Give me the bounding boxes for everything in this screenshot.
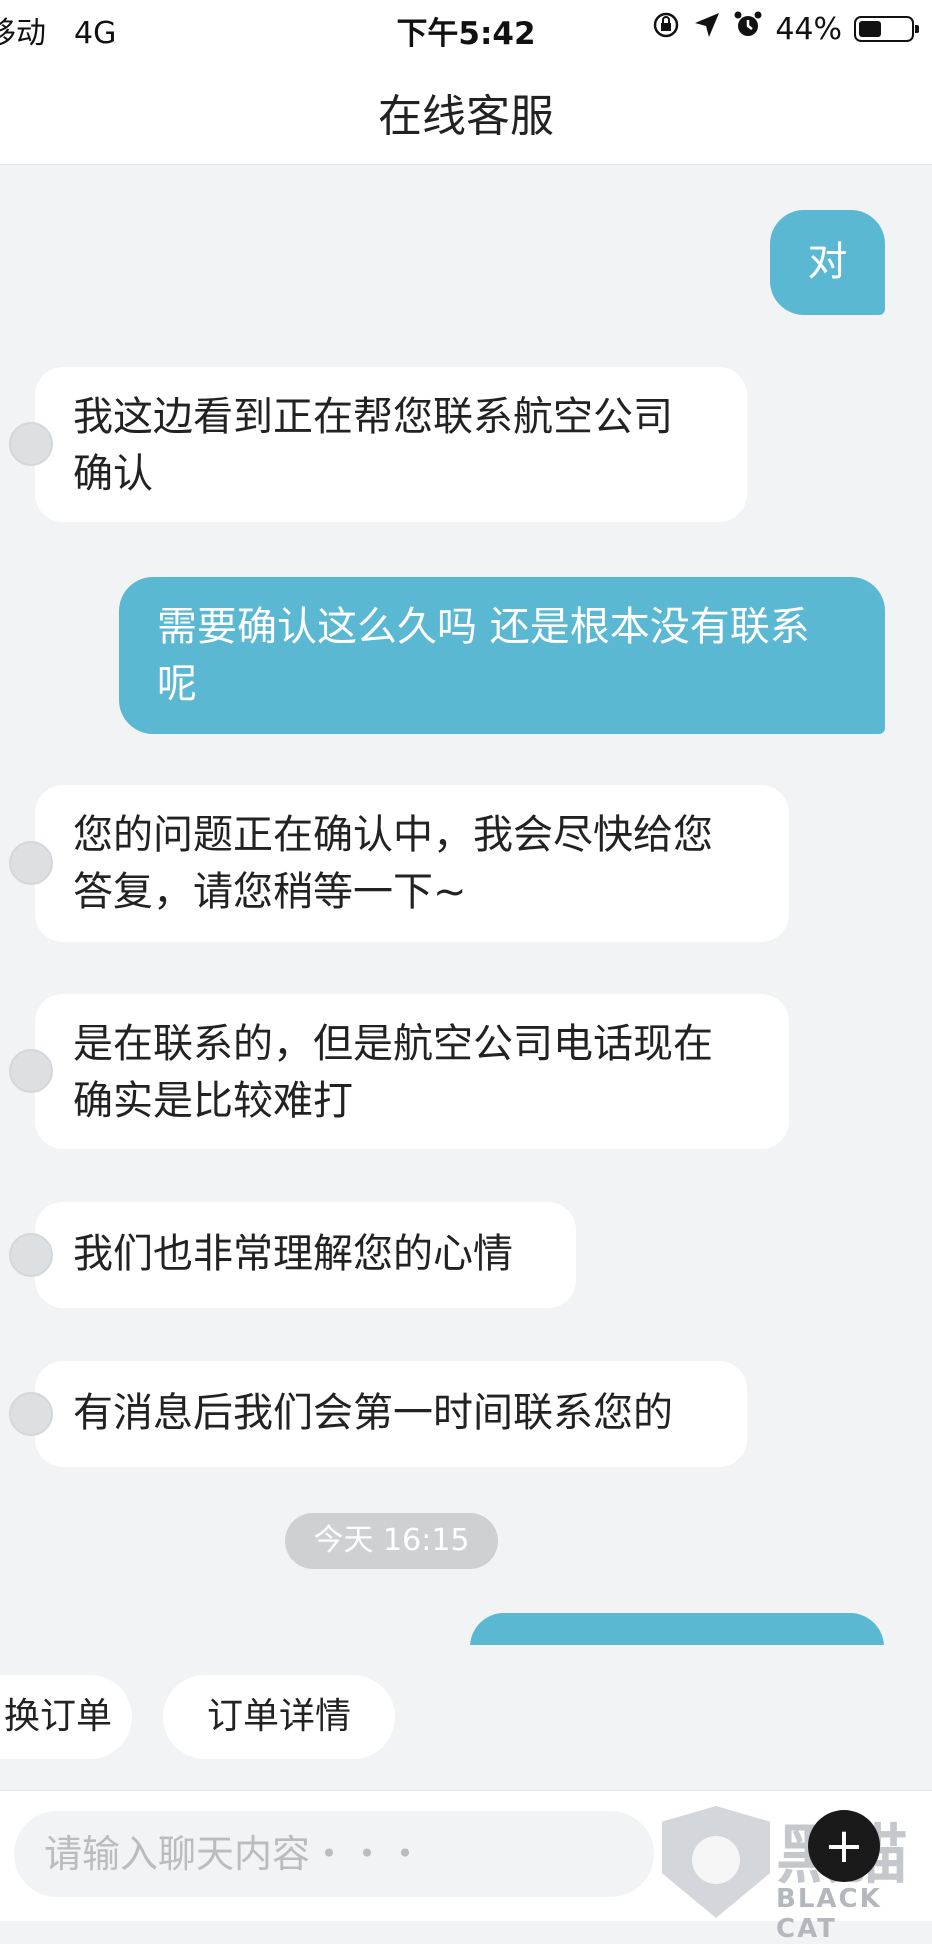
agent-avatar[interactable] [9, 841, 53, 885]
black-cat-logo-icon [662, 1806, 770, 1918]
status-bar: 移动 4G 下午5:42 44% [0, 0, 932, 56]
battery-icon [854, 16, 919, 42]
chat-list[interactable]: 对 我这边看到正在帮您联系航空公司确认 需要确认这么久吗 还是根本没有联系呢 您… [0, 165, 932, 1645]
battery-percent: 44% [775, 11, 842, 47]
agent-avatar[interactable] [9, 1233, 53, 1277]
message-bubble-agent[interactable]: 有消息后我们会第一时间联系您的 [9, 1361, 747, 1467]
message-bubble-user[interactable]: 需要确认这么久吗 还是根本没有联系呢 [119, 577, 885, 734]
agent-avatar[interactable] [9, 1392, 53, 1436]
message-bubble-agent[interactable]: 是在联系的，但是航空公司电话现在确实是比较难打 [9, 994, 789, 1149]
page-title: 在线客服 [378, 91, 554, 142]
plus-icon[interactable]: + [808, 1810, 880, 1882]
alarm-icon [733, 10, 763, 48]
orientation-lock-icon [651, 10, 681, 48]
watermark-en: BLACK CAT [776, 1884, 882, 1944]
message-bubble-user[interactable]: 对 [770, 210, 885, 315]
message-text: 有消息后我们会第一时间联系您的 [73, 1390, 673, 1436]
quick-reply-order-details[interactable]: 订单详情 [163, 1675, 395, 1759]
message-bubble-agent[interactable]: 我们也非常理解您的心情 [9, 1202, 576, 1308]
message-text: 需要确认这么久吗 还是根本没有联系呢 [157, 604, 810, 707]
quick-reply-label: 订单详情 [206, 1696, 351, 1737]
message-text: 我这边看到正在帮您联系航空公司确认 [73, 394, 673, 497]
message-bubble-agent[interactable]: 我这边看到正在帮您联系航空公司确认 [9, 367, 747, 522]
quick-reply-label: 换订单 [3, 1696, 112, 1737]
timestamp-badge: 今天 16:15 [285, 1513, 498, 1569]
location-icon [693, 11, 721, 47]
agent-avatar[interactable] [9, 1049, 53, 1093]
message-text: 我们也非常理解您的心情 [73, 1231, 513, 1277]
message-text: 对 [807, 239, 848, 285]
message-text: 您的问题正在确认中，我会尽快给您答复，请您稍等一下~ [73, 812, 713, 915]
quick-reply-change-order[interactable]: 换订单 [0, 1675, 132, 1759]
message-text: 是在联系的，但是航空公司电话现在确实是比较难打 [73, 1021, 713, 1124]
message-bubble-agent[interactable]: 您的问题正在确认中，我会尽快给您答复，请您稍等一下~ [9, 785, 789, 942]
watermark: 黑猫 BLACK CAT [660, 1800, 932, 1944]
chat-input[interactable] [14, 1811, 654, 1897]
message-bubble-user-partial[interactable] [470, 1613, 884, 1645]
nav-bar: 在线客服 [0, 56, 932, 165]
status-icons: 44% [651, 10, 919, 48]
agent-avatar[interactable] [9, 422, 53, 466]
battery-fill [859, 21, 881, 37]
